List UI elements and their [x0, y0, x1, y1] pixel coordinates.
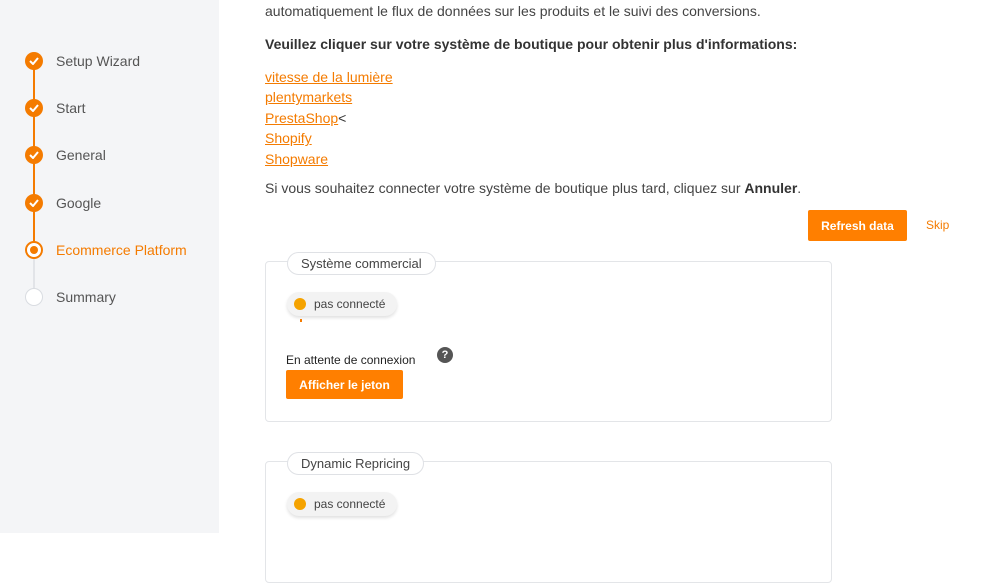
skip-button[interactable]: Skip [926, 218, 949, 232]
check-icon [25, 146, 43, 164]
shop-links: vitesse de la lumière plentymarkets Pres… [265, 67, 393, 169]
status-text: pas connecté [314, 497, 386, 511]
shop-prompt: Veuillez cliquer sur votre système de bo… [265, 36, 798, 52]
check-icon [25, 99, 43, 117]
step-start[interactable]: Start [25, 98, 86, 118]
shop-link-plentymarkets[interactable]: plentymarkets [265, 89, 352, 105]
status-dot-icon [294, 498, 306, 510]
check-icon [25, 194, 43, 212]
dynamic-repricing-card: Dynamic Repricing pas connecté [265, 452, 832, 583]
step-ecommerce-platform[interactable]: Ecommerce Platform [25, 240, 187, 260]
card-title: Dynamic Repricing [287, 452, 425, 475]
step-label: Google [56, 195, 102, 211]
shop-link-shopware[interactable]: Shopware [265, 151, 328, 167]
step-general[interactable]: General [25, 145, 106, 165]
question-circle-icon[interactable]: ? [437, 347, 453, 363]
step-setup-wizard[interactable]: Setup Wizard [25, 51, 140, 71]
step-label: Setup Wizard [56, 53, 141, 69]
step-label: Summary [56, 289, 116, 305]
step-label: Ecommerce Platform [56, 242, 187, 258]
check-icon [25, 52, 43, 70]
shop-link-prestashop[interactable]: PrestaShop [265, 110, 338, 126]
waiting-text: En attente de connexion [286, 353, 416, 367]
shop-link-lightspeed[interactable]: vitesse de la lumière [265, 69, 393, 85]
show-token-button[interactable]: Afficher le jeton [286, 370, 403, 399]
pending-step-indicator-icon [25, 288, 43, 306]
status-badge: pas connecté [287, 492, 398, 516]
step-google[interactable]: Google [25, 193, 101, 213]
shop-link-shopify[interactable]: Shopify [265, 130, 312, 146]
step-label: General [56, 147, 106, 163]
cancel-keyword: Annuler [744, 180, 798, 196]
connect-later-end: . [797, 180, 802, 196]
shop-system-card: Système commercial pas connecté En atten… [265, 252, 832, 422]
refresh-data-button[interactable]: Refresh data [808, 210, 907, 241]
status-marker [300, 319, 302, 322]
connect-later-text: Si vous souhaitez connecter votre systèm… [265, 180, 801, 196]
step-label: Start [56, 100, 86, 116]
intro-text: automatiquement le flux de données sur l… [265, 3, 761, 19]
status-badge: pas connecté [287, 292, 398, 316]
card-title: Système commercial [287, 252, 436, 275]
status-dot-icon [294, 298, 306, 310]
prestashop-suffix: < [338, 109, 347, 126]
current-step-indicator-icon [25, 241, 43, 259]
status-text: pas connecté [314, 297, 386, 311]
connect-later-label: Si vous souhaitez connecter votre systèm… [265, 180, 745, 196]
wizard-sidebar: Setup Wizard Start General Google Ecomme… [0, 0, 219, 533]
step-summary[interactable]: Summary [25, 287, 116, 307]
